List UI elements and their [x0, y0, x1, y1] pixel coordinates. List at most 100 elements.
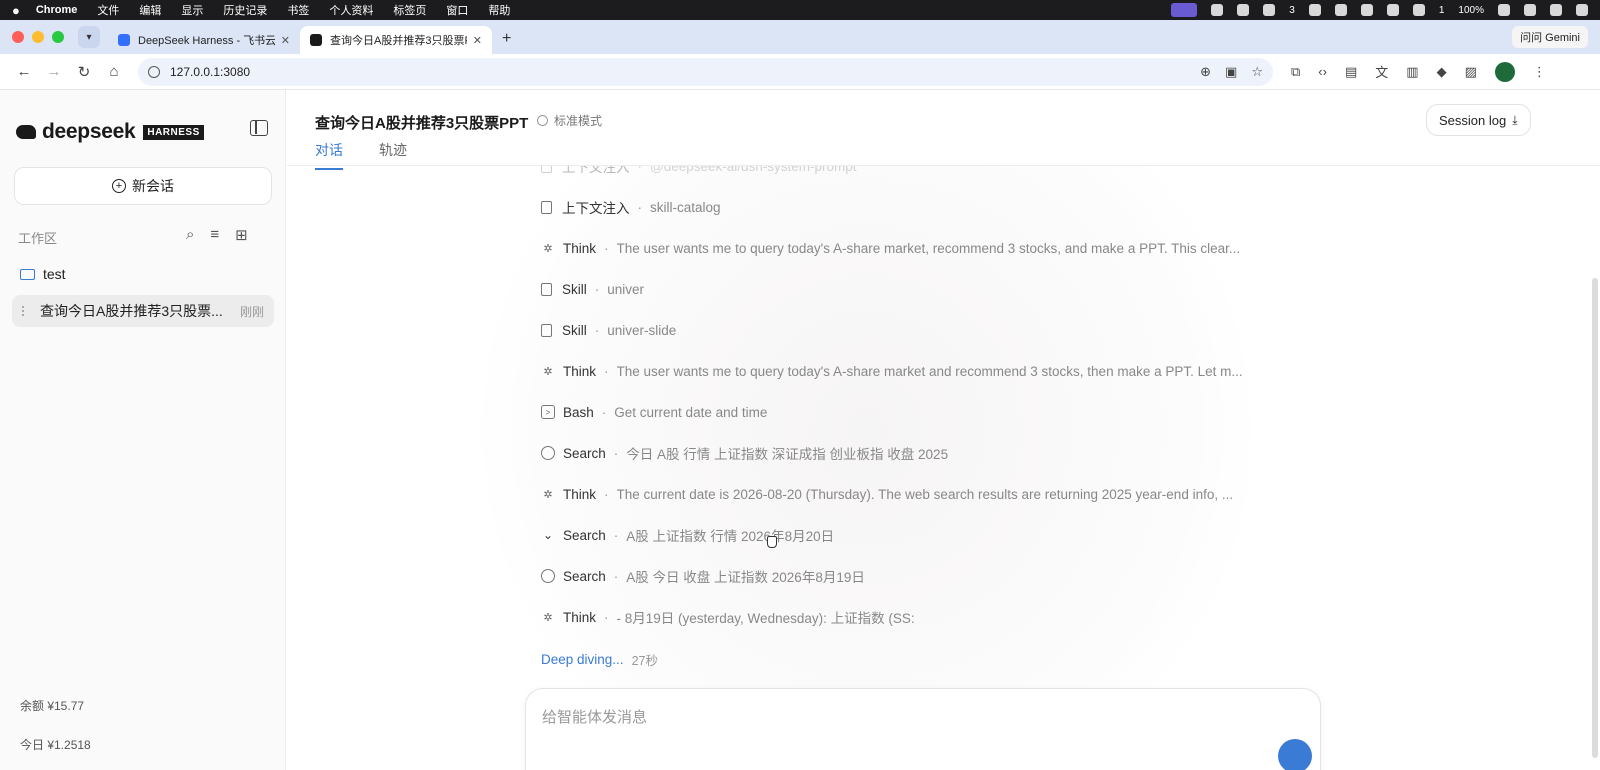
status-count[interactable]: 1: [1439, 5, 1445, 16]
menu-history[interactable]: 历史记录: [223, 2, 267, 18]
apple-logo-icon[interactable]: ●: [12, 3, 20, 18]
menu-file[interactable]: 文件: [97, 2, 119, 18]
tab-conversation[interactable]: 对话: [315, 140, 343, 170]
wechat-icon[interactable]: [1412, 4, 1425, 16]
menu-help[interactable]: 帮助: [488, 2, 510, 18]
folder-icon: [20, 268, 35, 280]
trace-step-skill[interactable]: Skill · univer: [541, 279, 644, 299]
status-app-icon[interactable]: [1386, 4, 1399, 16]
forward-arrow-icon[interactable]: →: [42, 63, 66, 80]
macos-menu-bar: ● Chrome 文件 编辑 显示 历史记录 书签 个人资料 标签页 窗口 帮助…: [0, 0, 1600, 20]
reader-mode-icon[interactable]: ▤: [1345, 64, 1357, 80]
trace-step-search[interactable]: Search · 今日 A股 行情 上证指数 深证成指 创业板指 收盘 2025: [541, 443, 948, 463]
new-tab-button[interactable]: +: [502, 30, 511, 48]
new-folder-icon[interactable]: ⊞: [235, 226, 248, 244]
ask-gemini-button[interactable]: 问问 Gemini: [1512, 26, 1588, 48]
deep-diving-status: Deep diving... 27秒: [541, 650, 658, 669]
scrollbar[interactable]: [1592, 278, 1598, 758]
more-menu-icon[interactable]: ⋮: [1533, 64, 1546, 80]
menu-edit[interactable]: 编辑: [139, 2, 161, 18]
menu-view[interactable]: 显示: [181, 2, 203, 18]
trace-step-skill[interactable]: Skill · univer-slide: [541, 320, 676, 340]
trace-step-context[interactable]: 上下文注入 · skill-catalog: [541, 197, 721, 217]
menu-tabs[interactable]: 标签页: [393, 2, 426, 18]
screen-record-icon[interactable]: [1171, 3, 1198, 17]
tab-title: DeepSeek Harness - 飞书云文: [138, 35, 275, 47]
close-tab-icon[interactable]: ✕: [281, 34, 290, 47]
bookmark-star-icon[interactable]: ☆: [1251, 64, 1263, 80]
status-app-icon[interactable]: [1308, 4, 1321, 16]
home-icon[interactable]: ⌂: [102, 63, 126, 80]
browser-tab-active[interactable]: 查询今日A股并推荐3只股票PPT ✕: [300, 26, 492, 54]
tab-trajectory[interactable]: 轨迹: [379, 140, 407, 170]
trace-step-search-expanded[interactable]: ⌄ Search · A股 上证指数 行情 2026年8月20日: [541, 525, 834, 545]
address-bar[interactable]: 127.0.0.1:3080 ⊕ ▣ ☆: [138, 57, 1273, 86]
folder-item-test[interactable]: test: [20, 266, 66, 282]
trace-step-bash[interactable]: > Bash · Get current date and time: [541, 402, 767, 422]
status-app-icon[interactable]: [1211, 4, 1224, 16]
toolbar-icons: ⧉ ‹› ▤ 文 ▥ ◆ ▨ ⋮: [1291, 61, 1546, 82]
collapse-sidebar-icon[interactable]: [250, 120, 268, 136]
url-text[interactable]: 127.0.0.1:3080: [170, 65, 250, 79]
trace-step-think[interactable]: ✲ Think · - 8月19日 (yesterday, Wednesday)…: [541, 607, 915, 627]
menu-app-name[interactable]: Chrome: [36, 4, 78, 16]
trace-step-search[interactable]: Search · A股 今日 收盘 上证指数 2026年8月19日: [541, 566, 865, 586]
close-tab-icon[interactable]: ✕: [473, 34, 482, 47]
install-app-icon[interactable]: ▣: [1225, 64, 1237, 80]
profile-avatar[interactable]: [1494, 61, 1515, 82]
minimize-window-button[interactable]: [32, 31, 44, 43]
main-panel: 上下文注入 · @deepseek-ai/dsh-system-prompt 上…: [287, 90, 1600, 770]
filter-icon[interactable]: ≡: [210, 226, 219, 244]
session-log-button[interactable]: Session log ⤓: [1426, 104, 1531, 136]
message-composer[interactable]: 给智能体发消息: [525, 688, 1321, 770]
search-icon[interactable]: ⌕: [186, 226, 194, 244]
today-cost-text: 今日 ¥1.2518: [20, 738, 91, 752]
site-info-icon[interactable]: [148, 65, 160, 78]
status-app-icon[interactable]: [1360, 4, 1373, 16]
extension-icon[interactable]: ▨: [1465, 64, 1477, 80]
browser-tab-deepseek-doc[interactable]: DeepSeek Harness - 飞书云文 ✕: [108, 26, 300, 54]
step-detail: - 8月19日 (yesterday, Wednesday): 上证指数 (SS…: [616, 611, 915, 626]
status-area: 3 1 100%: [1171, 3, 1588, 17]
trace-step-think[interactable]: ✲ Think · The current date is 2026-08-20…: [541, 484, 1233, 504]
microphone-icon[interactable]: [1237, 4, 1250, 16]
pin-icon[interactable]: ◆: [1437, 64, 1447, 80]
session-item-active[interactable]: 查询今日A股并推荐3只股票... 刚刚: [12, 295, 274, 327]
status-app-icon[interactable]: [1334, 4, 1347, 16]
page-title: 查询今日A股并推荐3只股票PPT: [315, 115, 529, 132]
composer-placeholder[interactable]: 给智能体发消息: [542, 706, 647, 727]
trace-step-think[interactable]: ✲ Think · The user wants me to query tod…: [541, 361, 1242, 381]
tab-search-button[interactable]: ▾: [78, 26, 100, 48]
search-icon[interactable]: [1550, 4, 1562, 16]
input-method-icon[interactable]: [1263, 4, 1276, 16]
new-chat-button[interactable]: + 新会话: [14, 167, 272, 205]
brand-logo[interactable]: deepseek HARNESS: [16, 120, 204, 144]
send-button[interactable]: [1278, 739, 1312, 770]
menu-bookmarks[interactable]: 书签: [287, 2, 309, 18]
mode-indicator[interactable]: 标准模式: [537, 112, 602, 129]
menu-window[interactable]: 窗口: [446, 2, 468, 18]
menu-profiles[interactable]: 个人资料: [329, 2, 373, 18]
trace-step-think[interactable]: ✲ Think · The user wants me to query tod…: [541, 238, 1240, 258]
trash-icon[interactable]: ▥: [1406, 64, 1418, 80]
devtools-icon[interactable]: ‹›: [1318, 64, 1327, 79]
extensions-icon[interactable]: ⧉: [1291, 64, 1300, 80]
back-arrow-icon[interactable]: ←: [12, 63, 36, 80]
control-center-icon[interactable]: [1576, 4, 1588, 16]
chevron-down-icon[interactable]: ⌄: [541, 528, 555, 542]
conversation-header: 查询今日A股并推荐3只股票PPT 标准模式 对话 轨迹 Session log …: [287, 90, 1600, 170]
zoom-icon[interactable]: ⊕: [1200, 64, 1211, 80]
close-window-button[interactable]: [12, 31, 24, 43]
reload-icon[interactable]: ↻: [72, 63, 96, 81]
deepseek-whale-icon: [16, 125, 36, 139]
zoom-window-button[interactable]: [52, 31, 64, 43]
session-title: 查询今日A股并推荐3只股票...: [40, 303, 223, 319]
status-badge-count[interactable]: 3: [1289, 5, 1295, 16]
battery-percent[interactable]: 100%: [1458, 5, 1484, 16]
brand-badge: HARNESS: [143, 124, 204, 140]
battery-icon[interactable]: [1498, 4, 1510, 16]
separator-dot: ·: [613, 527, 619, 543]
wifi-icon[interactable]: [1524, 4, 1536, 16]
step-detail: univer-slide: [607, 322, 677, 338]
translate-icon[interactable]: 文: [1375, 62, 1388, 81]
